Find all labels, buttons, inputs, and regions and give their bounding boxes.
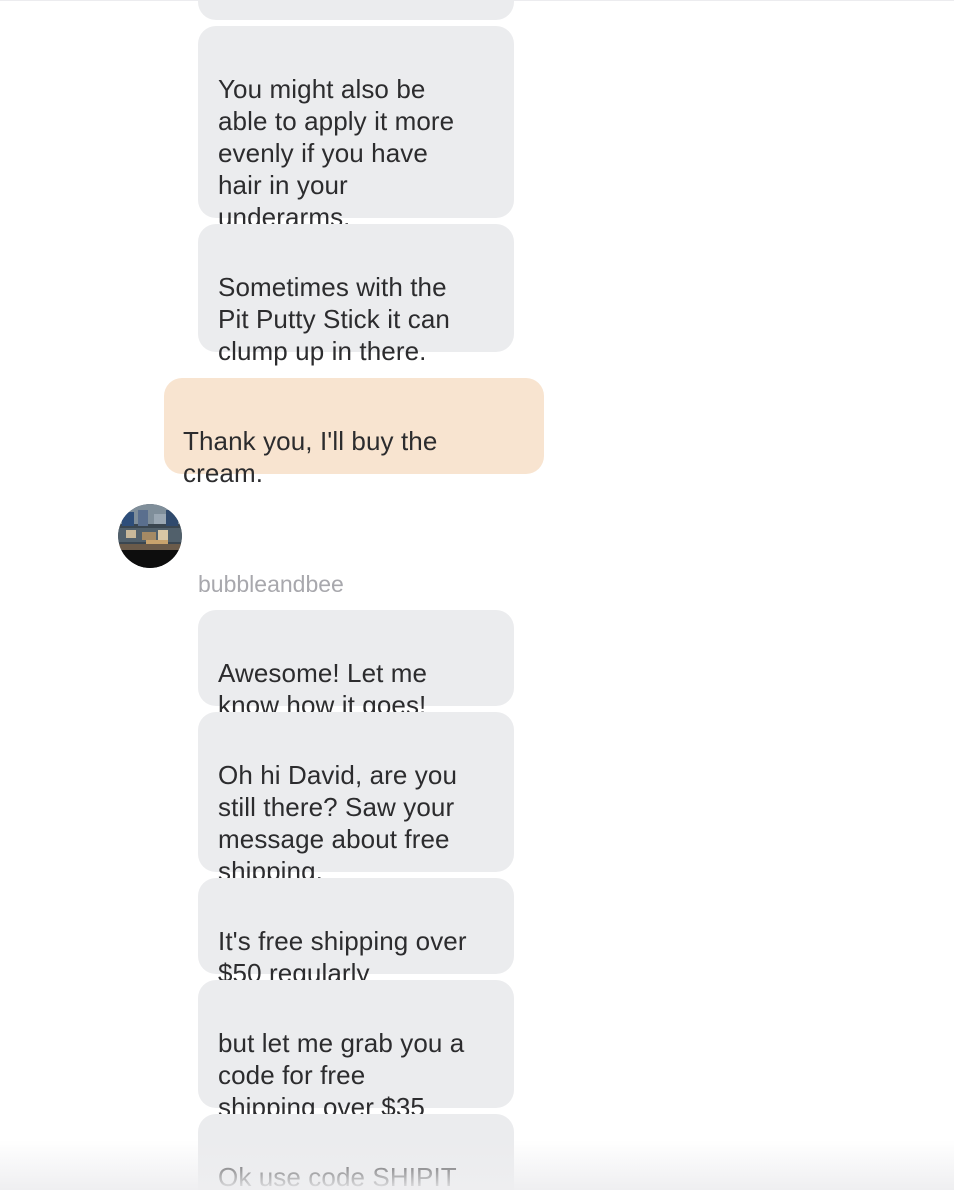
message-text: Awesome! Let me know how it goes! (218, 658, 428, 720)
message-bubble: but let me grab you a code for free ship… (198, 980, 514, 1122)
message-text: You might also be able to apply it more … (218, 74, 455, 232)
sender-name: bubbleandbee (198, 571, 344, 597)
shop-avatar[interactable] (118, 504, 182, 568)
message-bubble: You might also be able to apply it more … (198, 26, 514, 232)
message-bubble-partial (198, 0, 514, 20)
shop-photo-avatar-icon (118, 504, 182, 568)
message-text: Sometimes with the Pit Putty Stick it ca… (218, 272, 450, 366)
message-text: It's free shipping over $50 regularly (218, 926, 467, 988)
message-text: Thank you, I'll buy the cream. (183, 426, 438, 488)
message-bubble: Sometimes with the Pit Putty Stick it ca… (198, 224, 514, 366)
message-text: but let me grab you a code for free ship… (218, 1028, 465, 1122)
message-bubble-partial: Ok use code SHIPIT for free shipping ove… (198, 1114, 514, 1190)
message-bubble: It's free shipping over $50 regularly (198, 878, 514, 988)
message-bubble: Oh hi David, are you still there? Saw yo… (198, 712, 514, 886)
message-text: Oh hi David, are you still there? Saw yo… (218, 760, 458, 886)
message-bubble: Awesome! Let me know how it goes! (198, 610, 514, 720)
message-text: Ok use code SHIPIT for free shipping ove… (218, 1162, 457, 1190)
user-message-bubble: Thank you, I'll buy the cream. (164, 378, 544, 488)
